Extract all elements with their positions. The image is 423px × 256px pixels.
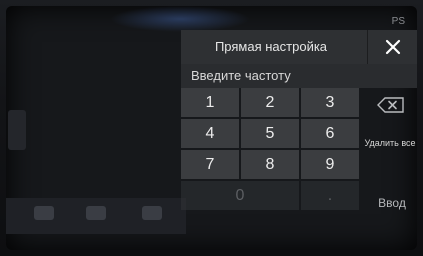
frequency-prompt-row: Введите частоту xyxy=(181,64,417,88)
key-3[interactable]: 3 xyxy=(301,88,359,117)
key-4[interactable]: 4 xyxy=(181,119,239,148)
keypad: 1 2 3 4 5 6 7 8 9 0 . xyxy=(181,88,361,242)
backspace-icon xyxy=(377,97,404,113)
background-bar-icon xyxy=(142,206,162,220)
key-9[interactable]: 9 xyxy=(301,150,359,179)
key-1[interactable]: 1 xyxy=(181,88,239,117)
background-left-control xyxy=(8,110,26,150)
dialog-title: Прямая настройка xyxy=(214,39,328,54)
key-7[interactable]: 7 xyxy=(181,150,239,179)
key-8[interactable]: 8 xyxy=(241,150,299,179)
close-icon xyxy=(385,39,401,55)
backspace-button[interactable] xyxy=(367,88,417,120)
background-bar-icon xyxy=(86,206,106,220)
key-5[interactable]: 5 xyxy=(241,119,299,148)
direct-tuning-dialog: Прямая настройка Введите частоту 1 2 3 4… xyxy=(181,30,417,242)
dialog-header: Прямая настройка xyxy=(181,30,417,64)
side-actions: Удалить все Ввод xyxy=(364,88,417,242)
frequency-prompt: Введите частоту xyxy=(191,68,291,83)
background-bar-icon xyxy=(34,206,54,220)
key-0[interactable]: 0 xyxy=(181,181,299,210)
clear-all-button[interactable]: Удалить все xyxy=(361,138,419,148)
background-bottom-bar xyxy=(6,198,186,234)
background-glow xyxy=(110,6,250,32)
close-button[interactable] xyxy=(367,30,417,64)
enter-button[interactable]: Ввод xyxy=(367,188,417,218)
ps-label: PS xyxy=(391,16,405,27)
key-2[interactable]: 2 xyxy=(241,88,299,117)
key-dot[interactable]: . xyxy=(301,181,359,210)
key-6[interactable]: 6 xyxy=(301,119,359,148)
